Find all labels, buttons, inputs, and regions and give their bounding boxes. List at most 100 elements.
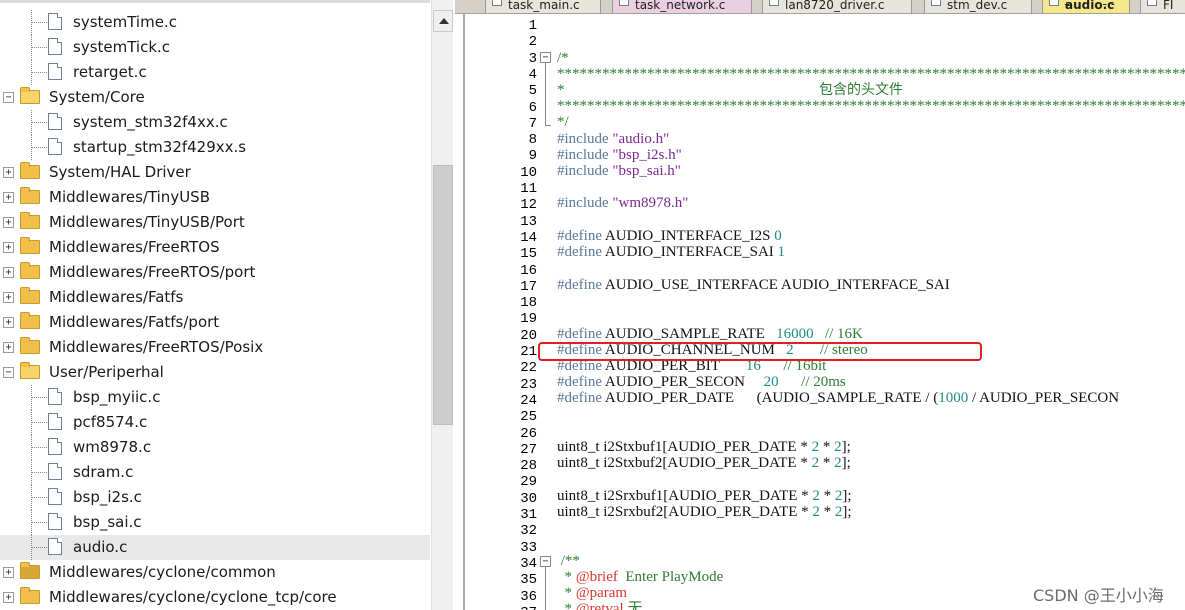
tree-file-item[interactable]: bsp_sai.c bbox=[0, 510, 430, 535]
expand-icon[interactable]: + bbox=[3, 292, 14, 303]
tab-lan8720-driver[interactable]: lan8720_driver.c bbox=[762, 0, 912, 13]
tree-guide-line bbox=[31, 472, 47, 473]
annotation-highlight-box bbox=[538, 342, 982, 361]
expand-icon[interactable]: + bbox=[3, 592, 14, 603]
tree-file-item[interactable]: pcf8574.c bbox=[0, 410, 430, 435]
tree-folder-item[interactable]: + Middlewares/cyclone/cyclone_tcp/core bbox=[0, 585, 430, 610]
tree-folder-item[interactable]: + Middlewares/TinyUSB bbox=[0, 185, 430, 210]
tab-task-network[interactable]: task_network.c bbox=[612, 0, 752, 13]
tree-file-item[interactable]: systemTick.c bbox=[0, 35, 430, 60]
file-icon bbox=[48, 113, 62, 130]
line-number: 2 bbox=[528, 34, 537, 51]
scroll-thumb[interactable] bbox=[433, 165, 453, 425]
scroll-up-arrow-icon[interactable] bbox=[433, 10, 453, 32]
tree-item-label: bsp_myiic.c bbox=[73, 388, 161, 406]
tree-file-item[interactable]: bsp_myiic.c bbox=[0, 385, 430, 410]
line-number: 37 bbox=[465, 605, 537, 610]
tree-item-label: bsp_sai.c bbox=[73, 513, 142, 531]
tree-folder-item[interactable]: + Middlewares/TinyUSB/Port bbox=[0, 210, 430, 235]
folder-icon bbox=[20, 237, 40, 254]
tree-file-item[interactable]: system_stm32f4xx.c bbox=[0, 110, 430, 135]
tab-audio[interactable]: audio.c bbox=[1042, 0, 1130, 13]
tree-file-item[interactable]: audio.c bbox=[0, 535, 430, 560]
tree-scrollbar[interactable] bbox=[431, 0, 453, 610]
line-number: 7 bbox=[528, 115, 537, 132]
expand-icon[interactable]: + bbox=[3, 342, 14, 353]
file-icon bbox=[619, 0, 629, 6]
tab-next[interactable]: FI bbox=[1140, 0, 1185, 13]
fold-collapse-icon[interactable]: − bbox=[540, 52, 551, 63]
tree-item-label: Middlewares/cyclone/cyclone_tcp/core bbox=[49, 588, 337, 606]
line-number: 28 bbox=[520, 458, 537, 475]
line-number: 10 bbox=[520, 164, 537, 181]
expand-icon[interactable]: + bbox=[3, 192, 14, 203]
tree-folder-item[interactable]: + Middlewares/FreeRTOS/Posix bbox=[0, 335, 430, 360]
line-number: 35 bbox=[520, 572, 537, 589]
expand-icon[interactable]: + bbox=[3, 217, 14, 228]
tree-file-item[interactable]: startup_stm32f429xx.s bbox=[0, 135, 430, 160]
tree-guide-line bbox=[31, 422, 47, 423]
line-number: 21 bbox=[520, 344, 537, 360]
file-icon bbox=[769, 0, 779, 6]
folder-icon bbox=[20, 287, 40, 304]
tree-folder-item[interactable]: + Middlewares/cyclone/common bbox=[0, 560, 430, 585]
tree-item-label: Middlewares/FreeRTOS bbox=[49, 238, 220, 256]
file-icon bbox=[48, 488, 62, 505]
collapse-icon[interactable]: − bbox=[3, 92, 14, 103]
line-number: 18 bbox=[520, 295, 537, 312]
code-view[interactable]: /* *************************************… bbox=[557, 14, 1185, 610]
tree-folder-item[interactable]: + Middlewares/Fatfs bbox=[0, 285, 430, 310]
file-tab-strip: task_main.c task_network.c lan8720_drive… bbox=[455, 0, 1185, 14]
expand-icon[interactable]: + bbox=[3, 242, 14, 253]
line-number: 25 bbox=[520, 409, 537, 426]
folder-icon bbox=[20, 337, 40, 354]
tree-item-label: Middlewares/cyclone/common bbox=[49, 563, 276, 581]
file-icon bbox=[1049, 0, 1059, 6]
line-number: 34 bbox=[520, 555, 537, 572]
file-icon bbox=[48, 438, 62, 455]
tree-folder-item[interactable]: + Middlewares/FreeRTOS bbox=[0, 235, 430, 260]
expand-icon[interactable]: + bbox=[3, 317, 14, 328]
fold-collapse-icon[interactable]: − bbox=[540, 556, 551, 567]
code-line-31: uint8_t i2Srxbuf2[AUDIO_PER_DATE * 2 * 2… bbox=[557, 504, 852, 520]
tree-folder-item[interactable]: + Middlewares/FreeRTOS/port bbox=[0, 260, 430, 285]
tree-file-item[interactable]: retarget.c bbox=[0, 60, 430, 85]
tree-guide-line bbox=[31, 147, 47, 148]
tree-folder-item[interactable]: − User/Periperhal bbox=[0, 360, 430, 385]
line-number: 3 bbox=[528, 50, 537, 67]
code-line-12: #include "wm8978.h" bbox=[557, 195, 689, 211]
tree-guide-line bbox=[31, 522, 47, 523]
code-line-37: * @retval 无 bbox=[557, 601, 643, 610]
code-line-14: #define AUDIO_INTERFACE_I2S 0 bbox=[557, 228, 782, 244]
tab-stm-dev[interactable]: stm_dev.c bbox=[924, 0, 1032, 13]
tree-folder-item[interactable]: + System/HAL Driver bbox=[0, 160, 430, 185]
line-number: 11 bbox=[520, 181, 537, 197]
tree-file-item[interactable]: wm8978.c bbox=[0, 435, 430, 460]
line-number: 20 bbox=[520, 327, 537, 344]
tab-task-main[interactable]: task_main.c bbox=[485, 0, 601, 13]
expand-icon[interactable]: + bbox=[3, 167, 14, 178]
line-number: 9 bbox=[528, 148, 537, 165]
line-number: 19 bbox=[520, 311, 537, 328]
tree-guide-line bbox=[31, 47, 47, 48]
expand-icon[interactable]: + bbox=[3, 567, 14, 578]
collapse-icon[interactable]: − bbox=[3, 367, 14, 378]
line-number: 31 bbox=[520, 507, 537, 523]
tree-file-item[interactable]: sdram.c bbox=[0, 460, 430, 485]
line-number: 14 bbox=[520, 229, 537, 246]
tree-file-item[interactable]: systemTime.c bbox=[0, 10, 430, 35]
line-number: 33 bbox=[520, 539, 537, 556]
code-line-10: #include "bsp_sai.h" bbox=[557, 163, 681, 179]
file-icon bbox=[48, 463, 62, 480]
tree-folder-item[interactable]: + Middlewares/Fatfs/port bbox=[0, 310, 430, 335]
tree-item-label: Middlewares/Fatfs bbox=[49, 288, 184, 306]
editor-area: task_main.c task_network.c lan8720_drive… bbox=[455, 0, 1185, 610]
tree-file-item[interactable]: bsp_i2s.c bbox=[0, 485, 430, 510]
expand-icon[interactable]: + bbox=[3, 267, 14, 278]
line-number: 32 bbox=[520, 523, 537, 540]
line-number: 13 bbox=[520, 213, 537, 230]
tree-folder-item[interactable]: − System/Core bbox=[0, 85, 430, 110]
file-icon bbox=[48, 138, 62, 155]
code-line-27: uint8_t i2Stxbuf1[AUDIO_PER_DATE * 2 * 2… bbox=[557, 439, 851, 455]
tree-guide-line bbox=[31, 547, 47, 548]
